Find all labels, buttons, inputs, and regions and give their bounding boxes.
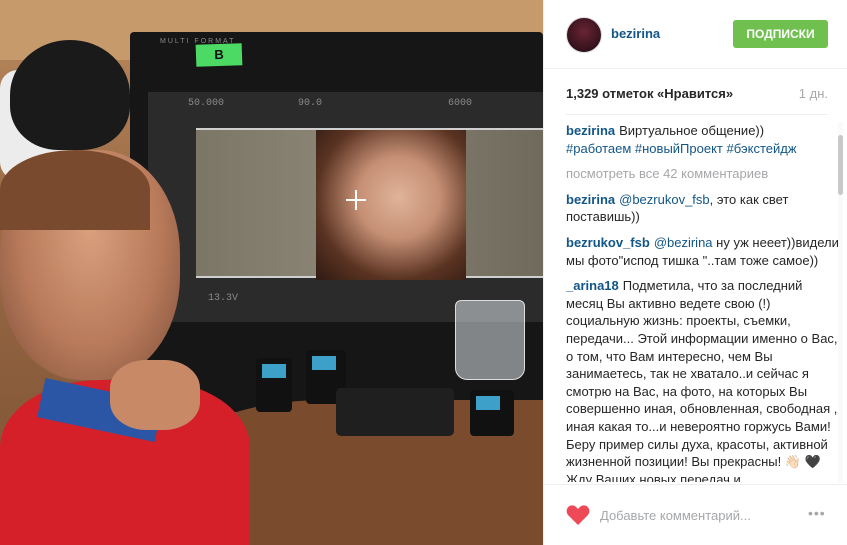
caption-hashtags[interactable]: #работаем #новыйПроект #бэкстейдж [566,141,797,156]
comment-mention[interactable]: @bezrukov_fsb [619,192,710,207]
username-link[interactable]: bezirina [611,26,660,41]
readout-mid: 90.0 [298,98,323,109]
post-photo[interactable]: MULTI FORMAT 50.000 90.0 6000 13.3V B [0,0,543,545]
person-hair [0,150,150,230]
divider [566,114,828,115]
list-item: bezrukov_fsb @bezirina ну уж нееет))видел… [566,234,840,269]
monitor-frame [196,128,543,280]
caption-user-link[interactable]: bezirina [566,123,615,138]
caption-text: Виртуальное общение)) [619,123,765,138]
comment-user-link[interactable]: _arina18 [566,278,619,293]
actress-face [316,130,466,280]
list-item: bezirina @bezrukov_fsb, это как свет пост… [566,191,840,226]
readout-right: 6000 [448,98,473,109]
post-time[interactable]: 1 дн. [799,86,828,101]
comment-user-link[interactable]: bezrukov_fsb [566,235,650,250]
more-options-icon[interactable]: ••• [808,505,826,521]
crosshair-icon [346,190,366,210]
person-hand [110,360,200,430]
comment-text: Подметила, что за последний месяц Вы акт… [566,278,838,482]
post-side-panel: bezirina ПОДПИСКИ 1,329 отметок «Нравитс… [543,0,847,545]
avatar[interactable] [566,17,602,53]
likes-row: 1,329 отметок «Нравится» 1 дн. [566,86,828,104]
comment-input[interactable] [600,505,795,525]
scrollbar-thumb[interactable] [838,135,843,195]
comment-mention[interactable]: @bezirina [654,235,713,250]
walkie-talkie [470,390,514,436]
readout-left: 50.000 [188,98,225,109]
list-item: _arina18 Подметила, что за последний меся… [566,277,840,482]
comment-user-link[interactable]: bezirina [566,192,615,207]
walkie-talkie [256,358,292,412]
monitor-screen: 50.000 90.0 6000 13.3V [148,92,543,322]
likes-count[interactable]: 1,329 отметок «Нравится» [566,86,733,101]
wallet [336,388,454,436]
post-header: bezirina ПОДПИСКИ [544,0,847,69]
following-button[interactable]: ПОДПИСКИ [733,20,828,48]
headphones [10,40,130,150]
tape-label: B [195,43,243,67]
caption: bezirina Виртуальное общение)) #работаем … [566,122,840,157]
water-glass [455,300,525,380]
voltage-readout: 13.3V [208,293,239,304]
view-all-comments-link[interactable]: посмотреть все 42 комментариев [566,165,840,183]
heart-icon[interactable] [566,504,590,526]
comments-list: bezirina Виртуальное общение)) #работаем … [566,122,840,482]
post-footer: ••• [544,484,847,545]
